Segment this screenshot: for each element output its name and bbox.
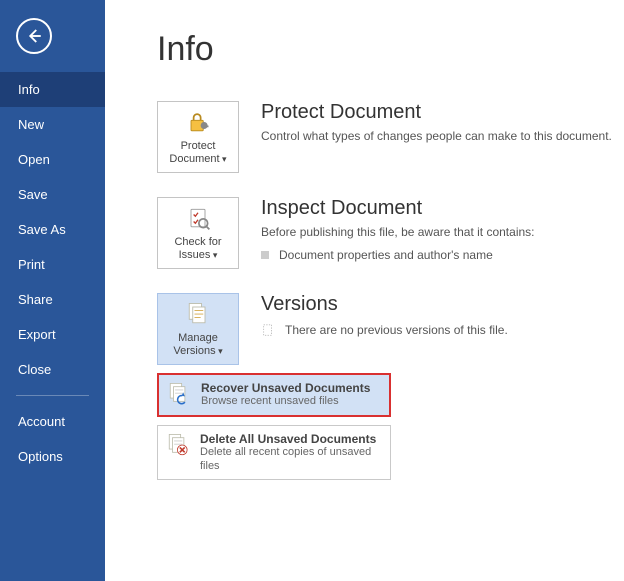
- sidebar-item-share[interactable]: Share: [0, 282, 105, 317]
- tile-label: Protect: [181, 140, 216, 152]
- menu-item-title: Delete All Unsaved Documents: [200, 432, 382, 446]
- sidebar-item-new[interactable]: New: [0, 107, 105, 142]
- chevron-down-icon: ▾: [210, 250, 217, 260]
- manage-versions-button[interactable]: ManageVersions ▾: [157, 293, 239, 365]
- document-recover-icon: [167, 381, 193, 407]
- document-delete-icon: [166, 432, 192, 458]
- chevron-down-icon: ▾: [216, 346, 223, 356]
- backstage-sidebar: Info New Open Save Save As Print Share E…: [0, 0, 105, 581]
- document-stack-icon: [184, 300, 212, 328]
- menu-item-title: Recover Unsaved Documents: [201, 381, 370, 395]
- versions-desc: There are no previous versions of this f…: [285, 322, 508, 339]
- back-button[interactable]: [16, 18, 52, 54]
- checklist-icon: [184, 204, 212, 232]
- protect-desc: Control what types of changes people can…: [261, 128, 624, 145]
- document-icon: [261, 323, 275, 337]
- sidebar-item-save-as[interactable]: Save As: [0, 212, 105, 247]
- sidebar-item-print[interactable]: Print: [0, 247, 105, 282]
- section-inspect: Check forIssues ▾ Inspect Document Befor…: [157, 197, 624, 269]
- page-title: Info: [157, 30, 624, 69]
- tile-label: Check for: [174, 236, 221, 248]
- sidebar-item-save[interactable]: Save: [0, 177, 105, 212]
- delete-all-unsaved-documents-item[interactable]: Delete All Unsaved Documents Delete all …: [157, 425, 391, 481]
- section-protect: ProtectDocument ▾ Protect Document Contr…: [157, 101, 624, 173]
- sidebar-item-account[interactable]: Account: [0, 404, 105, 439]
- sidebar-item-open[interactable]: Open: [0, 142, 105, 177]
- menu-item-desc: Delete all recent copies of unsaved file…: [200, 446, 382, 474]
- menu-item-desc: Browse recent unsaved files: [201, 395, 370, 409]
- sidebar-item-info[interactable]: Info: [0, 72, 105, 107]
- bullet-icon: [261, 251, 269, 259]
- protect-document-button[interactable]: ProtectDocument ▾: [157, 101, 239, 173]
- tile-label: Manage: [178, 332, 218, 344]
- inspect-title: Inspect Document: [261, 197, 624, 220]
- chevron-down-icon: ▾: [220, 154, 227, 164]
- recover-unsaved-documents-item[interactable]: Recover Unsaved Documents Browse recent …: [157, 373, 391, 417]
- section-versions: ManageVersions ▾ Versions There are no p…: [157, 293, 624, 365]
- sidebar-item-close[interactable]: Close: [0, 352, 105, 387]
- inspect-desc: Before publishing this file, be aware th…: [261, 224, 624, 241]
- versions-title: Versions: [261, 293, 624, 316]
- sidebar-item-options[interactable]: Options: [0, 439, 105, 474]
- back-arrow-icon: [25, 27, 43, 45]
- main-panel: Info ProtectDocument ▾ Protect Document …: [105, 0, 624, 581]
- sidebar-separator: [16, 395, 89, 396]
- protect-title: Protect Document: [261, 101, 624, 124]
- lock-icon: [184, 108, 212, 136]
- sidebar-item-export[interactable]: Export: [0, 317, 105, 352]
- check-for-issues-button[interactable]: Check forIssues ▾: [157, 197, 239, 269]
- inspect-bullet: Document properties and author's name: [279, 247, 493, 264]
